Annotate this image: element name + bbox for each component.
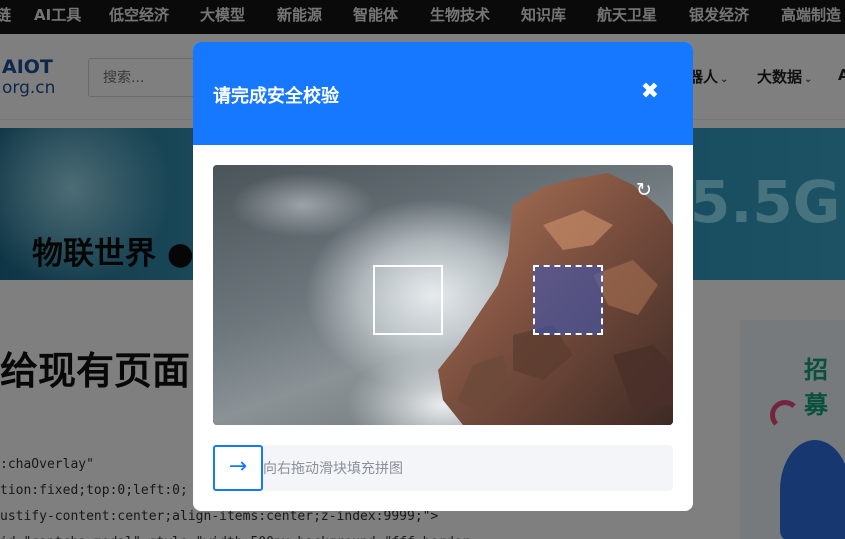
refresh-icon[interactable]: ↻ bbox=[633, 179, 655, 201]
puzzle-piece[interactable] bbox=[373, 265, 443, 335]
puzzle-image: ↻ bbox=[213, 165, 673, 425]
close-icon[interactable]: ✖ bbox=[636, 78, 664, 106]
modal-header: 请完成安全校验 ✖ bbox=[193, 42, 693, 145]
slider-hint: 向右拖动滑块填充拼图 bbox=[263, 461, 403, 477]
rock-illustration bbox=[438, 173, 673, 425]
puzzle-target-slot bbox=[533, 265, 603, 335]
captcha-modal: 请完成安全校验 ✖ ↻ → 向右拖动滑块填充拼图 bbox=[193, 42, 693, 511]
slider-handle[interactable]: → bbox=[213, 445, 263, 491]
slider-track[interactable]: → 向右拖动滑块填充拼图 bbox=[213, 445, 673, 491]
modal-title: 请完成安全校验 bbox=[213, 86, 339, 107]
